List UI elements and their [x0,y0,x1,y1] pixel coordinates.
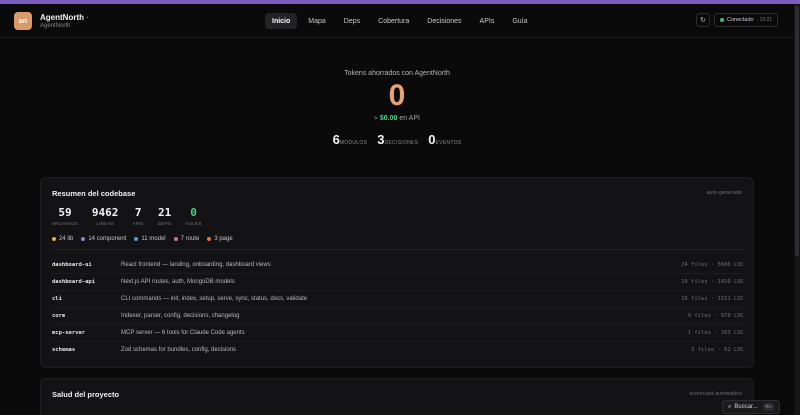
tokens-hero: Tokens ahorrados con AgentNorth 0 ≈ $0.0… [0,70,794,147]
legend-page: 3 page [207,236,233,242]
nav-cobertura[interactable]: Cobertura [371,13,416,29]
module-name: core [52,313,66,319]
summary-divider [52,249,744,250]
connection-status[interactable]: Conectado · 10:21 [714,13,778,27]
metric-archivos: 59 ARCHIVOS [52,206,78,226]
nav-deps[interactable]: Deps [337,13,367,29]
module-type-legend: 24 lib 14 component 11 model 7 route 3 p… [52,236,233,242]
nav-inicio[interactable]: Inicio [265,13,298,29]
module-row-schemas[interactable]: schemas Zod schemas for bundles, config,… [52,343,744,359]
module-meta: 9 files · 970 LOC [687,313,744,319]
module-desc: CLI commands — init, index, setup, serve… [121,296,308,302]
module-row-cli[interactable]: cli CLI commands — init, index, setup, s… [52,292,744,308]
search-shortcut: ⌘K [762,403,775,411]
module-meta: 3 files · 62 LOC [691,347,744,353]
module-row-dashboard-ui[interactable]: dashboard-ui React frontend — landing, o… [52,258,744,274]
legend-component: 14 component [81,236,126,242]
app-header: an AgentNorth · AgentNorth Inicio Mapa D… [0,4,794,38]
status-dot-icon [720,18,724,22]
legend-dot-icon [134,237,139,241]
brand-title[interactable]: AgentNorth · [40,13,89,22]
stat-modulos: 6 MÓDULOS [332,132,368,147]
module-name: cli [52,296,62,302]
module-name: schemas [52,347,76,353]
legend-dot-icon [207,237,212,241]
search-icon: ⌕ [728,403,732,410]
nav-decisiones[interactable]: Decisiones [420,13,468,29]
nav-mapa[interactable]: Mapa [301,13,333,29]
nav-apis[interactable]: APIs [473,13,502,29]
status-time: · 10:21 [756,17,773,23]
refresh-icon: ↻ [700,17,706,24]
module-meta: 10 files · 1151 LOC [681,296,744,302]
brand-logo[interactable]: an [14,12,32,30]
health-title: Salud del proyecto [52,390,120,399]
module-name: mcp-server [52,330,86,336]
project-health-card: Salud del proyecto scorecard automático [40,378,754,415]
module-desc: Indexer, parser, config, decisions, chan… [121,313,240,319]
stat-eventos: 0 EVENTOS [428,132,462,147]
module-meta: 1 files · 263 LOC [687,330,744,336]
summary-metrics: 59 ARCHIVOS 9462 LÍNEAS 7 APIS 21 DEPS 0 VULN… [52,206,202,226]
hero-stats: 6 MÓDULOS 3 DECISIONES 0 EVENTOS [0,132,794,147]
stat-decisiones: 3 DECISIONES [377,132,419,147]
module-desc: Zod schemas for bundles, config, decisio… [121,347,237,353]
module-name: dashboard-ui [52,262,92,268]
legend-dot-icon [81,237,86,241]
nav-guia[interactable]: Guía [505,13,534,29]
module-desc: Next.js API routes, auth, MongoDB models [121,279,235,285]
page-scrollbar[interactable] [794,4,800,415]
legend-dot-icon [173,237,178,241]
module-desc: React frontend — landing, onboarding, da… [121,262,271,268]
legend-model: 11 model [134,236,166,242]
legend-lib: 24 lib [52,236,73,242]
hero-label: Tokens ahorrados con AgentNorth [344,70,450,77]
search-button[interactable]: ⌕ Buscar... ⌘K [722,400,780,414]
module-meta: 19 files · 1410 LOC [681,279,744,285]
refresh-button[interactable]: ↻ [696,13,710,27]
main-nav: Inicio Mapa Deps Cobertura Decisiones AP… [265,13,535,29]
api-cost: ≈ $0.00 en API [374,115,420,122]
codebase-summary-card: Resumen del codebase auto-generado 59 ARC… [40,177,754,368]
search-label: Buscar... [734,404,758,410]
scrollbar-thumb[interactable] [795,6,799,256]
module-name: dashboard-api [52,279,96,285]
health-tag: scorecard automático [689,391,742,397]
metric-deps: 21 DEPS [157,206,172,226]
legend-route: 7 route [173,236,199,242]
metric-apis: 7 APIS [132,206,144,226]
metric-lineas: 9462 LÍNEAS [91,206,119,226]
brand-subtitle: AgentNorth [40,23,71,29]
module-desc: MCP server — 6 tools for Claude Code age… [121,330,245,336]
module-row-mcp-server[interactable]: mcp-server MCP server — 6 tools for Clau… [52,326,744,342]
summary-tag: auto-generado [706,190,742,196]
summary-title: Resumen del codebase [52,189,136,198]
module-row-dashboard-api[interactable]: dashboard-api Next.js API routes, auth, … [52,275,744,291]
tokens-saved-value: 0 [388,79,406,112]
metric-vulns: 0 VULNS [185,206,202,226]
module-row-core[interactable]: core Indexer, parser, config, decisions,… [52,309,744,325]
legend-dot-icon [52,237,56,241]
module-meta: 24 files · 5606 LOC [681,262,744,268]
status-label: Conectado [727,17,754,23]
